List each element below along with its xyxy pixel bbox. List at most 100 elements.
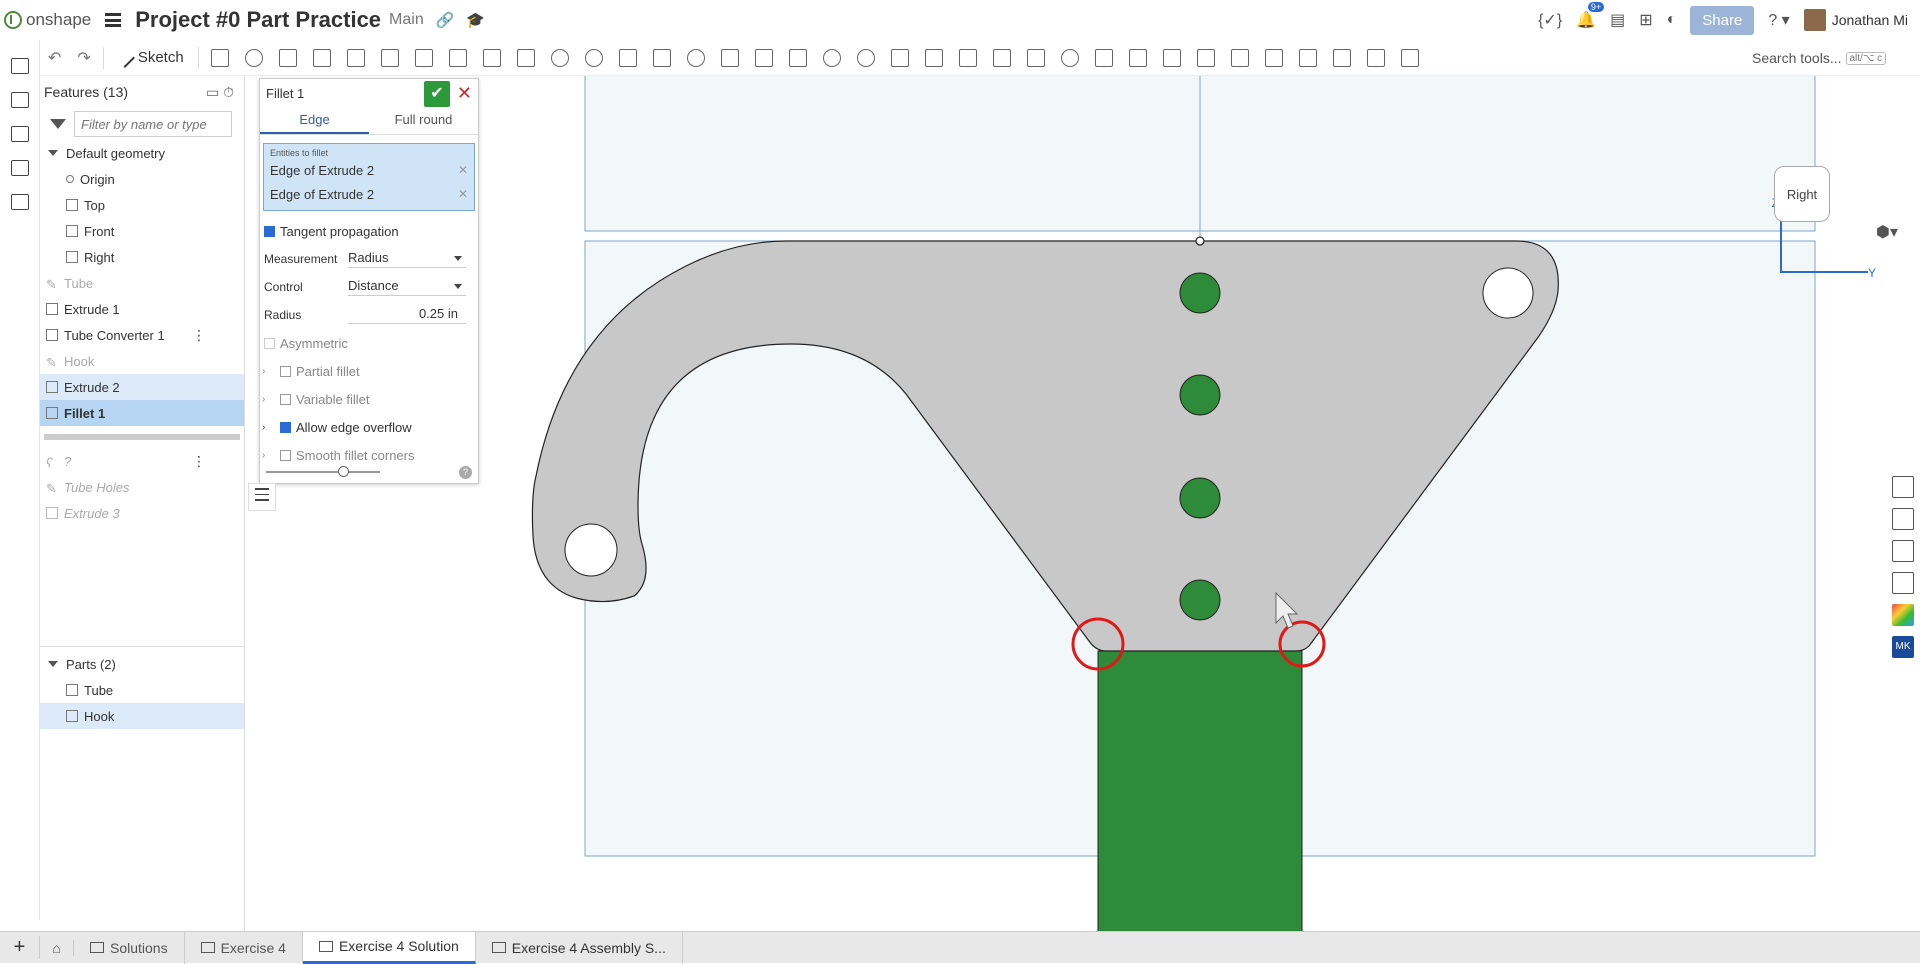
bolt-circle-2[interactable]: [1179, 374, 1221, 416]
loft-icon[interactable]: [312, 48, 331, 67]
section-view-icon[interactable]: [1366, 48, 1385, 67]
user-name[interactable]: Jonathan Mi: [1832, 12, 1908, 28]
end-cap-icon[interactable]: [1264, 48, 1283, 67]
default-geometry-group[interactable]: Default geometry: [40, 140, 244, 166]
view-cube[interactable]: Right: [1774, 166, 1830, 222]
chevron-right-icon[interactable]: ›: [262, 450, 280, 461]
color-palette-icon[interactable]: [1892, 604, 1914, 626]
rollback-bar[interactable]: [44, 434, 240, 440]
model-canvas[interactable]: [246, 76, 1920, 931]
replace-face-icon[interactable]: [924, 48, 943, 67]
chevron-right-icon[interactable]: ›: [262, 422, 280, 433]
partial-fillet-checkbox[interactable]: [280, 365, 291, 377]
feature-item-tube-holes[interactable]: ✎ Tube Holes: [40, 474, 244, 500]
list-item-top[interactable]: Top: [40, 192, 244, 218]
mate-connector-icon[interactable]: [992, 48, 1011, 67]
search-tools[interactable]: Search tools... alt/⌥ c: [1752, 46, 1892, 70]
move-face-icon[interactable]: [890, 48, 909, 67]
share-button[interactable]: Share: [1690, 5, 1755, 35]
display-icon[interactable]: [1400, 48, 1419, 67]
feature-item-tube-converter[interactable]: Tube Converter 1 ⋮: [40, 322, 244, 348]
feature-item-extrude-1[interactable]: Extrude 1: [40, 296, 244, 322]
chevron-right-icon[interactable]: ›: [262, 394, 280, 405]
history-icon[interactable]: [11, 160, 29, 176]
asymmetric-checkbox[interactable]: [264, 337, 275, 349]
comments-icon[interactable]: [11, 126, 29, 142]
add-tab-button[interactable]: +: [0, 936, 40, 959]
mirror-icon[interactable]: [652, 48, 671, 67]
menu-icon[interactable]: [105, 13, 122, 27]
shell-icon[interactable]: [516, 48, 535, 67]
tab-exercise-4[interactable]: Exercise 4: [185, 931, 303, 964]
cylinder-icon[interactable]: [584, 48, 603, 67]
tab-full-round[interactable]: Full round: [369, 107, 478, 134]
asymmetric-row[interactable]: Asymmetric: [260, 329, 478, 357]
parts-group[interactable]: Parts (2): [40, 651, 244, 677]
more-options-icon[interactable]: ⋮: [192, 327, 206, 344]
preview-slider[interactable]: [266, 466, 380, 477]
document-title[interactable]: Project #0 Part Practice: [135, 7, 381, 33]
list-item-front[interactable]: Front: [40, 218, 244, 244]
feature-item-extrude-3[interactable]: Extrude 3: [40, 500, 244, 526]
pattern-icon[interactable]: [618, 48, 637, 67]
allow-edge-overflow-checkbox[interactable]: [280, 421, 291, 433]
chamfer-icon[interactable]: [414, 48, 433, 67]
fillet-icon[interactable]: [380, 48, 399, 67]
transform-icon[interactable]: [754, 48, 773, 67]
help-icon[interactable]: ?: [459, 466, 472, 479]
surface-icon[interactable]: [1094, 48, 1113, 67]
graphics-area[interactable]: Z Y Right ⬢▾ MK: [246, 76, 1920, 931]
boolean-icon[interactable]: [686, 48, 705, 67]
sketch-button[interactable]: Sketch: [114, 47, 184, 68]
delete-part-icon[interactable]: [788, 48, 807, 67]
radius-input[interactable]: 0.25 in: [348, 306, 466, 324]
list-item-origin[interactable]: Origin: [40, 166, 244, 192]
bolt-circle-1[interactable]: [1179, 272, 1221, 314]
origin-marker[interactable]: [1195, 236, 1205, 246]
smooth-fillet-corners-checkbox[interactable]: [280, 449, 291, 461]
tangent-propagation-checkbox[interactable]: [264, 225, 275, 237]
link-icon[interactable]: 🔗: [436, 11, 455, 29]
allow-edge-overflow-row[interactable]: › Allow edge overflow: [260, 413, 478, 441]
branch-name[interactable]: Main: [389, 11, 424, 29]
cancel-button[interactable]: ✕: [457, 83, 472, 104]
configurations-icon[interactable]: [1892, 540, 1914, 562]
hook-hole-right[interactable]: [1482, 267, 1534, 319]
undo-icon[interactable]: ↶: [48, 48, 61, 68]
entity-row[interactable]: Edge of Extrude 2 ✕: [270, 158, 468, 182]
partial-fillet-row[interactable]: › Partial fillet: [260, 357, 478, 385]
notifications-icon[interactable]: 🔔 9+: [1576, 2, 1605, 30]
entities-selection-box[interactable]: Entities to fillet Edge of Extrude 2 ✕ Ed…: [263, 143, 475, 211]
delete-face-icon[interactable]: [856, 48, 875, 67]
document-info-icon[interactable]: ▤: [1610, 10, 1625, 30]
variables-panel-icon[interactable]: [1892, 572, 1914, 594]
sweep-icon[interactable]: [278, 48, 297, 67]
feature-item-fillet-1[interactable]: Fillet 1: [40, 400, 244, 426]
feature-item-extrude-2[interactable]: Extrude 2: [40, 374, 244, 400]
variable-icon[interactable]: [1128, 48, 1147, 67]
part-item-tube[interactable]: Tube: [40, 677, 244, 703]
measurement-select[interactable]: Radius: [348, 250, 466, 268]
help-icon[interactable]: ? ▾: [1768, 10, 1789, 30]
parts-panel-icon[interactable]: [1892, 508, 1914, 530]
modify-fillet-icon[interactable]: [822, 48, 841, 67]
filter-input[interactable]: [74, 111, 232, 137]
variable-fillet-checkbox[interactable]: [280, 393, 291, 405]
avatar[interactable]: [1803, 9, 1826, 31]
measure-icon[interactable]: [1332, 48, 1351, 67]
entity-row[interactable]: Edge of Extrude 2 ✕: [270, 182, 468, 206]
bolt-circle-3[interactable]: [1179, 477, 1221, 519]
filter-icon[interactable]: [50, 119, 66, 129]
tab-solutions[interactable]: Solutions: [74, 931, 185, 964]
smooth-fillet-corners-row[interactable]: › Smooth fillet corners: [260, 441, 478, 469]
split-icon[interactable]: [720, 48, 739, 67]
app-store-icon[interactable]: ⊞: [1639, 10, 1652, 30]
hook-hole-left[interactable]: [564, 523, 618, 577]
redo-icon[interactable]: ↷: [77, 48, 90, 68]
variables-icon[interactable]: {✓}: [1538, 10, 1562, 30]
appearance-icon[interactable]: [1892, 476, 1914, 498]
tab-exercise-4-assembly[interactable]: Exercise 4 Assembly S...: [476, 931, 683, 964]
hole-icon[interactable]: [550, 48, 569, 67]
instances-icon[interactable]: [11, 92, 29, 108]
rib-icon[interactable]: [482, 48, 501, 67]
